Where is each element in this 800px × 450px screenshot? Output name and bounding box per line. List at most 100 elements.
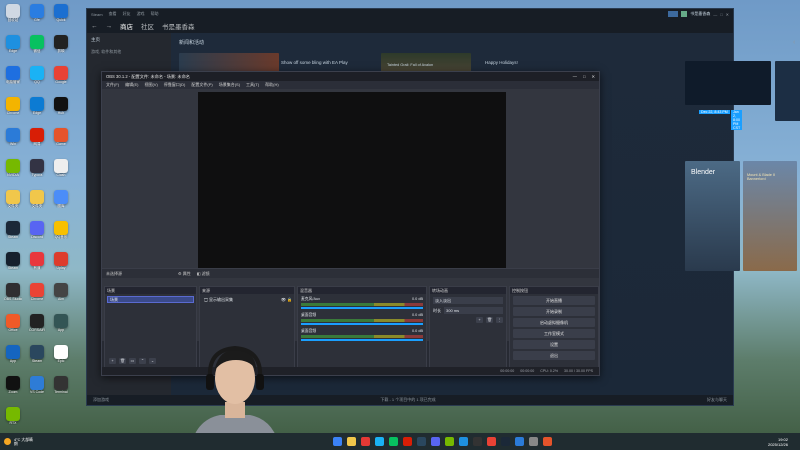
- desktop-icon[interactable]: 文件夹: [4, 190, 22, 208]
- steam-menu-0[interactable]: Steam: [91, 12, 103, 17]
- desktop-icon[interactable]: Office: [4, 314, 22, 332]
- news-card-5[interactable]: [775, 61, 800, 121]
- desktop-icon[interactable]: 电脑管家: [4, 66, 22, 84]
- volume-slider[interactable]: [301, 339, 423, 341]
- taskbar-app-icon[interactable]: [430, 437, 440, 446]
- desktop-icon[interactable]: QQ: [28, 66, 46, 84]
- desktop-icon[interactable]: Edge: [28, 97, 46, 115]
- start-virtual-camera-button[interactable]: 启动虚拟摄像机: [513, 318, 595, 327]
- desktop-icon[interactable]: Edge: [4, 35, 22, 53]
- notification-icon[interactable]: [668, 11, 679, 17]
- obs-close-icon[interactable]: ✕: [591, 74, 595, 79]
- obs-menu-edit[interactable]: 编辑(E): [125, 82, 138, 88]
- taskbar-app-icon[interactable]: [500, 437, 510, 446]
- desktop-icon[interactable]: App: [52, 314, 70, 332]
- obs-menu-docks[interactable]: 停靠窗口(D): [164, 82, 186, 88]
- desktop-icon[interactable]: Chrome: [4, 97, 22, 115]
- desktop-icon[interactable]: VS Code: [28, 376, 46, 394]
- desktop-icon[interactable]: Hub: [52, 97, 70, 115]
- maximize-icon[interactable]: □: [720, 12, 722, 17]
- close-icon[interactable]: ✕: [726, 12, 729, 17]
- desktop-icon[interactable]: Game: [52, 128, 70, 146]
- steam-menu-3[interactable]: 游戏: [137, 11, 145, 17]
- taskbar-app-icon[interactable]: [528, 437, 538, 446]
- desktop-icon[interactable]: 微信: [28, 35, 46, 53]
- desktop-icon[interactable]: Steam: [28, 345, 46, 363]
- scene-filter-button[interactable]: ▭: [129, 358, 136, 364]
- taskbar-app-icon[interactable]: [444, 437, 454, 446]
- taskbar-app-icon[interactable]: [514, 437, 524, 446]
- taskbar-app-icon[interactable]: [472, 437, 482, 446]
- sidebar-home[interactable]: 主页: [87, 33, 171, 47]
- taskbar-app-icon[interactable]: [458, 437, 468, 446]
- add-scene-button[interactable]: +: [109, 358, 116, 364]
- remove-transition-button[interactable]: 🗑: [486, 317, 493, 323]
- properties-button[interactable]: ⚙ 属性: [178, 271, 191, 277]
- settings-button[interactable]: 设置: [513, 340, 595, 349]
- transition-menu-button[interactable]: ⋮: [496, 317, 503, 323]
- desktop-icon[interactable]: NVIDIA: [4, 159, 22, 177]
- desktop-icon[interactable]: 图库: [52, 190, 70, 208]
- desktop-icon[interactable]: Gfe: [28, 4, 46, 22]
- taskbar-app-icon[interactable]: [542, 437, 552, 446]
- obs-maximize-icon[interactable]: □: [583, 74, 586, 79]
- eye-icon[interactable]: 👁: [281, 297, 286, 302]
- steam-menu-2[interactable]: 好友: [123, 11, 131, 17]
- obs-preview-canvas[interactable]: [198, 92, 506, 269]
- desktop-icon[interactable]: CORSAIR: [28, 314, 46, 332]
- exit-button[interactable]: 退出: [513, 351, 595, 360]
- desktop-icon[interactable]: Zoom: [4, 376, 22, 394]
- desktop-icon[interactable]: 回收站: [4, 4, 22, 22]
- volume-slider[interactable]: [301, 323, 423, 325]
- desktop-icon[interactable]: Aim: [52, 283, 70, 301]
- desktop-icon[interactable]: Terminal: [52, 376, 70, 394]
- nav-store[interactable]: 商店: [120, 21, 133, 31]
- taskbar-app-icon[interactable]: [346, 437, 356, 446]
- desktop-icon[interactable]: App: [4, 345, 22, 363]
- studio-mode-button[interactable]: 工作室模式: [513, 329, 595, 338]
- obs-menu-help[interactable]: 帮助(H): [265, 82, 279, 88]
- add-game-button[interactable]: 添加游戏: [93, 397, 109, 403]
- desktop-icon[interactable]: Discord: [28, 221, 46, 239]
- friends-chat-button[interactable]: 好友与聊天: [707, 397, 727, 403]
- desktop-icon[interactable]: 有道: [28, 252, 46, 270]
- sidebar-filter[interactable]: 游戏, 软件和其他: [87, 47, 171, 57]
- lock-icon[interactable]: 🔒: [287, 297, 292, 302]
- obs-menu-tools[interactable]: 工具(T): [246, 82, 259, 88]
- duration-input[interactable]: 300 ms: [444, 307, 503, 314]
- back-arrow-icon[interactable]: ←: [91, 23, 98, 30]
- filters-button[interactable]: ◧ 滤镜: [197, 271, 210, 277]
- taskbar-app-icon[interactable]: [402, 437, 412, 446]
- news-card-4[interactable]: [685, 61, 771, 105]
- carousel-prev-icon[interactable]: ‹: [793, 39, 795, 46]
- taskbar-app-icon[interactable]: [332, 437, 342, 446]
- taskbar-app-icon[interactable]: [374, 437, 384, 446]
- remove-scene-button[interactable]: 🗑: [119, 358, 126, 364]
- desktop-icon[interactable]: Google: [52, 66, 70, 84]
- desktop-icon[interactable]: Steam: [4, 252, 22, 270]
- forward-arrow-icon[interactable]: →: [106, 23, 113, 30]
- scene-item[interactable]: 场景: [107, 296, 194, 303]
- desktop-icon[interactable]: Steam: [4, 221, 22, 239]
- obs-menu-scene-collection[interactable]: 场景集合(S): [219, 82, 240, 88]
- desktop-icon[interactable]: Win: [4, 128, 22, 146]
- minimize-icon[interactable]: —: [713, 12, 717, 17]
- avatar[interactable]: [681, 11, 688, 17]
- source-item[interactable]: 🖵 显示输出采集 👁 🔒: [202, 296, 292, 303]
- obs-menu-file[interactable]: 文件(F): [106, 82, 119, 88]
- desktop-icon[interactable]: 剪映: [52, 35, 70, 53]
- download-status[interactable]: 下载 - 1 个项目中的 1 项已完成: [380, 397, 435, 403]
- obs-menu-view[interactable]: 视图(V): [144, 82, 157, 88]
- desktop-icon[interactable]: 文件夹: [28, 190, 46, 208]
- volume-slider[interactable]: [301, 307, 423, 309]
- start-streaming-button[interactable]: 开始直播: [513, 296, 595, 305]
- desktop-icon[interactable]: 网易: [28, 128, 46, 146]
- steam-user-name[interactable]: 书是墨香森: [690, 11, 710, 17]
- clock[interactable]: 19:02 2025/12/26: [768, 437, 800, 447]
- desktop-icon[interactable]: RTX: [4, 407, 22, 425]
- add-transition-button[interactable]: +: [476, 317, 483, 323]
- move-up-button[interactable]: ⌃: [139, 358, 146, 364]
- weather-widget[interactable]: 4°C 大部晴朗: [0, 438, 36, 446]
- taskbar-app-icon[interactable]: [416, 437, 426, 446]
- desktop-icon[interactable]: Epic: [52, 345, 70, 363]
